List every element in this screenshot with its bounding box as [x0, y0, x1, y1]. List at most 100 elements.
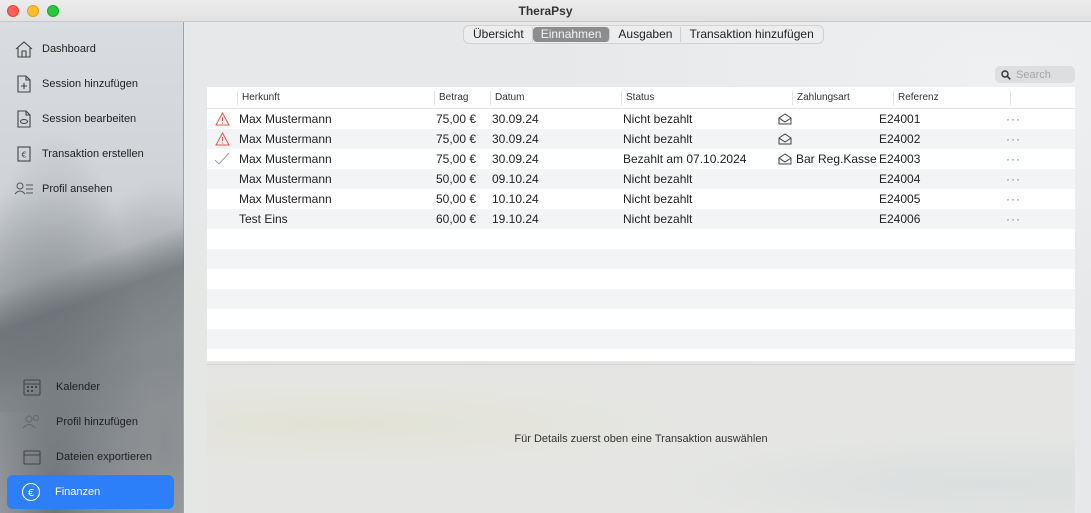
minimize-window-button[interactable] — [27, 5, 39, 17]
tab-transaktion-hinzufuegen[interactable]: Transaktion hinzufügen — [681, 27, 821, 42]
house-icon — [14, 39, 34, 59]
cell-referenz: E24006 — [879, 212, 921, 226]
cell-zahlungsart: Bar Reg.Kasse — [776, 152, 877, 166]
maximize-window-button[interactable] — [47, 5, 59, 17]
sidebar-item-label: Profil hinzufügen — [56, 416, 138, 428]
cell-status: Bezahlt am 07.10.2024 — [623, 152, 747, 166]
row-flag — [207, 132, 237, 146]
sidebar-item-session-add[interactable]: Session hinzufügen — [14, 69, 174, 99]
tab-ausgaben[interactable]: Ausgaben — [610, 27, 682, 42]
cell-referenz: E24003 — [879, 152, 921, 166]
cell-referenz: E24001 — [879, 112, 921, 126]
cell-datum: 19.10.24 — [492, 212, 539, 226]
cell-datum: 30.09.24 — [492, 132, 539, 146]
table-header: Herkunft Betrag Datum Status Zahlungsart… — [207, 87, 1075, 109]
more-actions-button[interactable]: ··· — [994, 132, 1075, 146]
sidebar-item-profile-view[interactable]: Profil ansehen — [14, 174, 174, 204]
header-referenz[interactable]: Referenz — [893, 90, 1010, 105]
search-placeholder: Search — [1016, 68, 1051, 81]
detail-pane: Für Details zuerst oben eine Transaktion… — [207, 364, 1075, 513]
cell-datum: 10.10.24 — [492, 192, 539, 206]
sidebar-item-finance[interactable]: € Finanzen — [7, 475, 174, 509]
sidebar-item-label: Transaktion erstellen — [42, 148, 144, 160]
search-input[interactable]: Search — [995, 66, 1075, 83]
main-content: Übersicht Einnahmen Ausgaben Transaktion… — [185, 22, 1091, 513]
table-row[interactable]: Max Mustermann 75,00 € 30.09.24 Bezahlt am … — [207, 149, 1075, 169]
cell-zahlungsart — [776, 133, 877, 145]
euro-circle-icon: € — [21, 482, 41, 502]
header-zahlungsart[interactable]: Zahlungsart — [792, 90, 893, 105]
cell-betrag: 50,00 € — [436, 172, 477, 186]
header-betrag[interactable]: Betrag — [434, 90, 490, 105]
sidebar-item-label: Dateien exportieren — [56, 451, 153, 463]
table-body: Max Mustermann 75,00 € 30.09.24 Nicht bezah… — [207, 109, 1075, 349]
cell-herkunft: Max Mustermann — [239, 112, 332, 126]
header-herkunft[interactable]: Herkunft — [237, 90, 434, 105]
empty-row — [207, 289, 1075, 309]
euro-doc-icon: € — [14, 144, 34, 164]
cell-herkunft: Max Mustermann — [239, 192, 332, 206]
table-row[interactable]: Max Mustermann 75,00 € 30.09.24 Nicht bezah… — [207, 129, 1075, 149]
cell-datum: 30.09.24 — [492, 112, 539, 126]
window-controls — [7, 5, 59, 17]
empty-row — [207, 249, 1075, 269]
close-window-button[interactable] — [7, 5, 19, 17]
sidebar-item-transaction-create[interactable]: € Transaktion erstellen — [14, 139, 174, 169]
empty-row — [207, 229, 1075, 249]
cell-status: Nicht bezahlt — [623, 212, 693, 226]
sidebar-item-label: Profil ansehen — [42, 183, 113, 195]
more-actions-button[interactable]: ··· — [994, 112, 1075, 126]
check-icon — [214, 152, 230, 165]
envelope-icon[interactable] — [778, 153, 792, 165]
tab-uebersicht[interactable]: Übersicht — [465, 27, 533, 42]
cell-status: Nicht bezahlt — [623, 132, 693, 146]
cell-referenz: E24005 — [879, 192, 921, 206]
cell-herkunft: Max Mustermann — [239, 132, 332, 146]
cell-herkunft: Test Eins — [239, 212, 288, 226]
sidebar-item-profile-add[interactable]: Profil hinzufügen — [22, 407, 182, 437]
cell-betrag: 75,00 € — [436, 132, 477, 146]
cell-status: Nicht bezahlt — [623, 192, 693, 206]
transactions-table: Herkunft Betrag Datum Status Zahlungsart… — [207, 87, 1075, 361]
more-actions-button[interactable]: ··· — [994, 212, 1075, 226]
sidebar-item-label: Kalender — [56, 381, 101, 393]
detail-placeholder: Für Details zuerst oben eine Transaktion… — [514, 433, 768, 445]
cell-referenz: E24002 — [879, 132, 921, 146]
table-row[interactable]: Max Mustermann 50,00 € 10.10.24 Nicht bezah… — [207, 189, 1075, 209]
cell-status: Nicht bezahlt — [623, 112, 693, 126]
tab-bar: Übersicht Einnahmen Ausgaben Transaktion… — [463, 25, 824, 44]
sidebar-item-label: Session bearbeiten — [42, 113, 137, 125]
cell-herkunft: Max Mustermann — [239, 152, 332, 166]
window-title: TheraPsy — [518, 3, 573, 18]
svg-text:€: € — [21, 151, 26, 160]
sidebar-item-export[interactable]: Dateien exportieren — [22, 442, 182, 472]
empty-row — [207, 329, 1075, 349]
envelope-icon[interactable] — [778, 113, 792, 125]
tab-einnahmen[interactable]: Einnahmen — [532, 27, 611, 42]
more-actions-button[interactable]: ··· — [994, 172, 1075, 186]
header-status[interactable]: Status — [621, 90, 792, 105]
more-actions-button[interactable]: ··· — [994, 192, 1075, 206]
row-flag — [207, 152, 237, 166]
warning-icon — [214, 112, 230, 126]
svg-text:€: € — [28, 488, 34, 499]
table-row[interactable]: Test Eins 60,00 € 19.10.24 Nicht bezahlt E24… — [207, 209, 1075, 229]
title-bar: TheraPsy — [0, 0, 1091, 22]
person-add-icon — [22, 412, 42, 432]
warning-icon — [214, 132, 230, 146]
empty-row — [207, 269, 1075, 289]
sidebar-item-dashboard[interactable]: Dashboard — [14, 34, 174, 64]
empty-row — [207, 309, 1075, 329]
table-row[interactable]: Max Mustermann 50,00 € 09.10.24 Nicht bezah… — [207, 169, 1075, 189]
search-icon — [1001, 69, 1011, 80]
file-export-icon — [22, 447, 42, 467]
header-flag — [207, 91, 237, 105]
sidebar-item-calendar[interactable]: Kalender — [22, 372, 182, 402]
person-list-icon — [14, 179, 34, 199]
envelope-icon[interactable] — [778, 133, 792, 145]
cell-betrag: 75,00 € — [436, 152, 477, 166]
table-row[interactable]: Max Mustermann 75,00 € 30.09.24 Nicht bezah… — [207, 109, 1075, 129]
sidebar-item-session-edit[interactable]: Session bearbeiten — [14, 104, 174, 134]
more-actions-button[interactable]: ··· — [994, 152, 1075, 166]
header-datum[interactable]: Datum — [490, 90, 621, 105]
